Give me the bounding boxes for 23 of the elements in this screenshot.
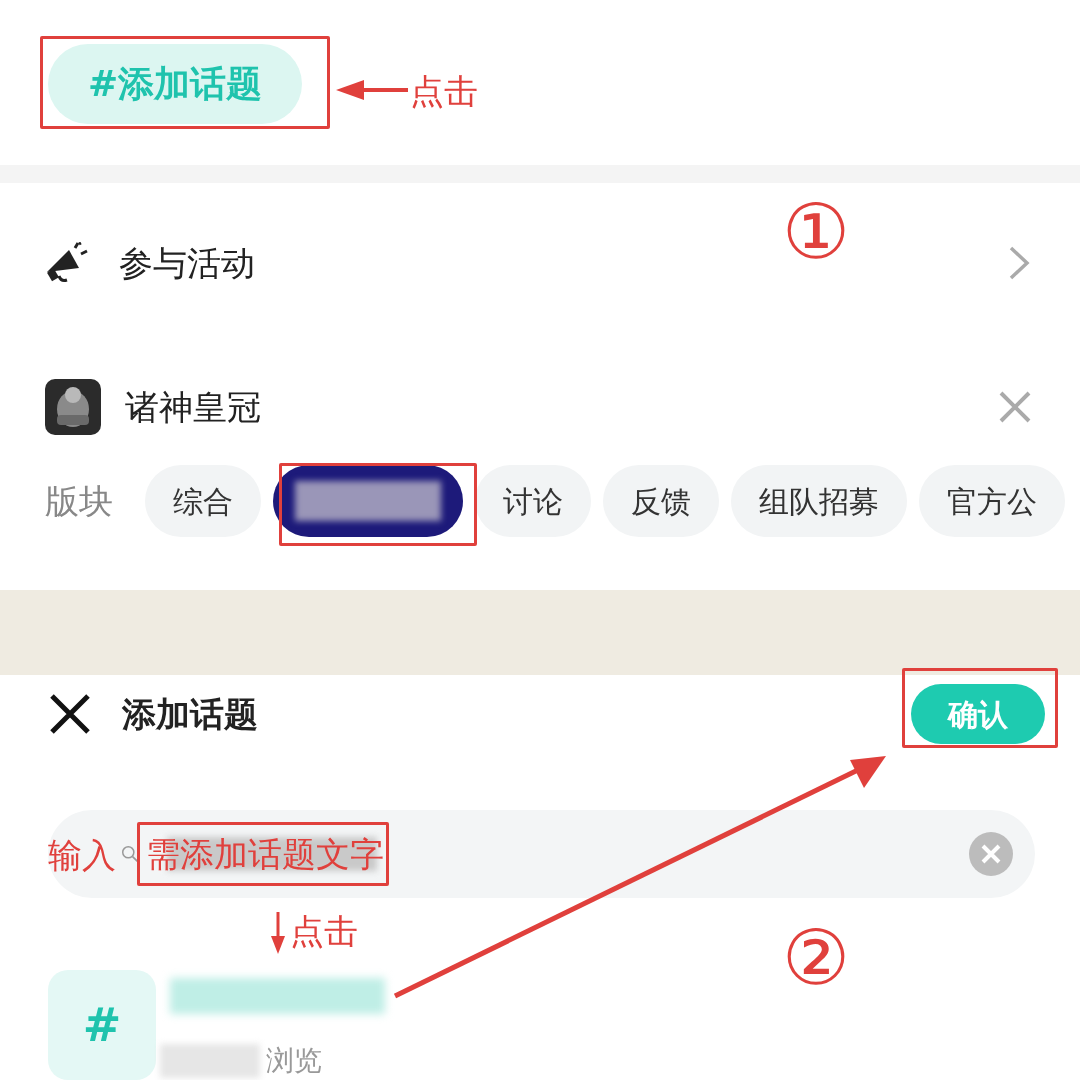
- step-number: ②: [782, 920, 851, 996]
- board-chip[interactable]: 组队招募: [731, 465, 907, 537]
- game-name: 诸神皇冠: [125, 385, 262, 429]
- pointer-arrow: [336, 80, 408, 100]
- pointer-arrow: [271, 912, 285, 954]
- annotation-text: 点击: [410, 74, 478, 108]
- board-chip[interactable]: 官方公: [919, 465, 1065, 537]
- close-icon[interactable]: [48, 692, 92, 736]
- annotation-text: 需添加话题文字: [146, 837, 384, 871]
- dialog-title: 添加话题: [122, 692, 259, 736]
- board-chip[interactable]: 反馈: [603, 465, 719, 537]
- topic-hash-icon: #: [48, 970, 156, 1080]
- search-icon: [121, 845, 139, 863]
- chevron-right-icon[interactable]: [1008, 245, 1030, 281]
- board-chip[interactable]: 综合: [145, 465, 261, 537]
- annotation-text: 输入: [48, 838, 116, 872]
- view-count-label: 浏览: [266, 1043, 322, 1079]
- app-icon: [45, 379, 101, 435]
- annotation-text: 点击: [290, 914, 358, 948]
- step-number: ①: [782, 194, 851, 270]
- activity-label: 参与活动: [119, 241, 256, 285]
- board-label: 版块: [45, 479, 113, 523]
- board-chip[interactable]: 讨论: [475, 465, 591, 537]
